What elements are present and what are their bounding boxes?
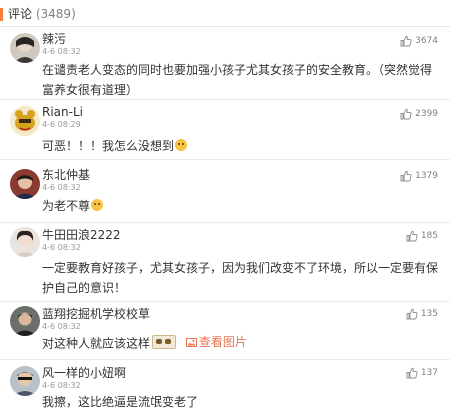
comment-text-content: 对这种人就应该这样 bbox=[42, 336, 151, 351]
like-button[interactable]: 3674 bbox=[400, 35, 438, 47]
sticker-icon bbox=[152, 334, 177, 349]
username[interactable]: 风一样的小妞啊 bbox=[42, 366, 126, 380]
comment-item: 辣污 4-6 08:32 3674 在谴责老人变态的同时也要加强小孩子尤其女孩子… bbox=[0, 27, 450, 100]
like-count: 137 bbox=[420, 368, 438, 378]
comment-text-content: 可恶！！！我怎么没想到 bbox=[42, 139, 175, 153]
comment-item: 风一样的小妞啊 4-6 08:32 137 我擦，这比绝逼是流氓变老了 bbox=[0, 360, 450, 418]
thumbs-up-icon bbox=[406, 367, 418, 379]
comment-text: 在谴责老人变态的同时也要加强小孩子尤其女孩子的安全教育。（突然觉得富养女很有道理… bbox=[42, 63, 433, 97]
comment-time: 4-6 08:32 bbox=[42, 47, 81, 56]
comment-text: 一定要教育好孩子，尤其女孩子，因为我们改变不了环境，所以一定要有保护自己的意识！ bbox=[42, 261, 439, 295]
emoji-icon bbox=[175, 139, 188, 151]
username[interactable]: Rian-Li bbox=[42, 105, 83, 119]
comment-item: Rian-Li 4-6 08:29 2399 可恶！！！我怎么没想到 bbox=[0, 100, 450, 160]
comment-item: 东北仲基 4-6 08:32 1379 为老不尊 bbox=[0, 160, 450, 223]
avatar-image bbox=[10, 306, 40, 336]
avatar-image bbox=[10, 106, 40, 136]
like-count: 185 bbox=[420, 231, 438, 241]
avatar[interactable] bbox=[10, 366, 40, 396]
like-button[interactable]: 135 bbox=[406, 308, 438, 320]
comment-item: 牛田田浪2222 4-6 08:32 185 一定要教育好孩子，尤其女孩子，因为… bbox=[0, 223, 450, 302]
avatar[interactable] bbox=[10, 106, 40, 136]
avatar[interactable] bbox=[10, 306, 40, 336]
like-button[interactable]: 1379 bbox=[400, 170, 438, 182]
comment-text-content: 为老不尊 bbox=[42, 199, 91, 213]
avatar-image bbox=[10, 169, 40, 199]
avatar[interactable] bbox=[10, 33, 40, 63]
image-icon bbox=[185, 337, 197, 347]
comments-title[interactable]: 评论 (3489) bbox=[8, 6, 76, 22]
thumbs-up-icon bbox=[406, 230, 418, 242]
avatar[interactable] bbox=[10, 227, 40, 257]
like-count: 1379 bbox=[415, 171, 438, 181]
comment-item: 蓝翔挖掘机学校校草 4-6 08:32 135 对这种人就应该这样 查看图片 bbox=[0, 302, 450, 360]
like-button[interactable]: 185 bbox=[406, 230, 438, 242]
comment-time: 4-6 08:32 bbox=[42, 381, 81, 390]
thumbs-up-icon bbox=[400, 108, 412, 120]
comments-page: 评论 (3489) 辣污 4-6 08:32 3674 在谴责老人变态的同时也要… bbox=[0, 0, 450, 418]
comment-time: 4-6 08:29 bbox=[42, 120, 81, 129]
thumbs-up-icon bbox=[400, 170, 412, 182]
comment-text: 我擦，这比绝逼是流氓变老了 bbox=[42, 395, 199, 409]
avatar-image bbox=[10, 227, 40, 257]
avatar-image bbox=[10, 33, 40, 63]
comments-header: 评论 (3489) bbox=[0, 0, 450, 27]
view-image-link[interactable]: 查看图片 bbox=[185, 332, 247, 352]
like-count: 3674 bbox=[415, 36, 438, 46]
like-count: 135 bbox=[420, 309, 438, 319]
like-button[interactable]: 137 bbox=[406, 367, 438, 379]
comment-time: 4-6 08:32 bbox=[42, 243, 81, 252]
avatar-image bbox=[10, 366, 40, 396]
comments-count: (3489) bbox=[35, 7, 76, 21]
view-image-label: 查看图片 bbox=[198, 335, 247, 349]
emoji-icon bbox=[91, 199, 104, 211]
comment-text: 可恶！！！我怎么没想到 bbox=[42, 136, 442, 156]
header-accent-bar bbox=[0, 8, 3, 21]
thumbs-up-icon bbox=[400, 35, 412, 47]
username[interactable]: 辣污 bbox=[42, 32, 66, 46]
comments-title-label: 评论 bbox=[8, 7, 33, 21]
comment-text: 为老不尊 bbox=[42, 196, 442, 216]
username[interactable]: 牛田田浪2222 bbox=[42, 228, 121, 242]
avatar[interactable] bbox=[10, 169, 40, 199]
thumbs-up-icon bbox=[406, 308, 418, 320]
like-button[interactable]: 2399 bbox=[400, 108, 438, 120]
username[interactable]: 蓝翔挖掘机学校校草 bbox=[42, 307, 150, 321]
comment-time: 4-6 08:32 bbox=[42, 322, 81, 331]
comment-time: 4-6 08:32 bbox=[42, 183, 81, 192]
comment-text: 对这种人就应该这样 查看图片 bbox=[42, 332, 442, 354]
username[interactable]: 东北仲基 bbox=[42, 168, 90, 182]
like-count: 2399 bbox=[415, 109, 438, 119]
